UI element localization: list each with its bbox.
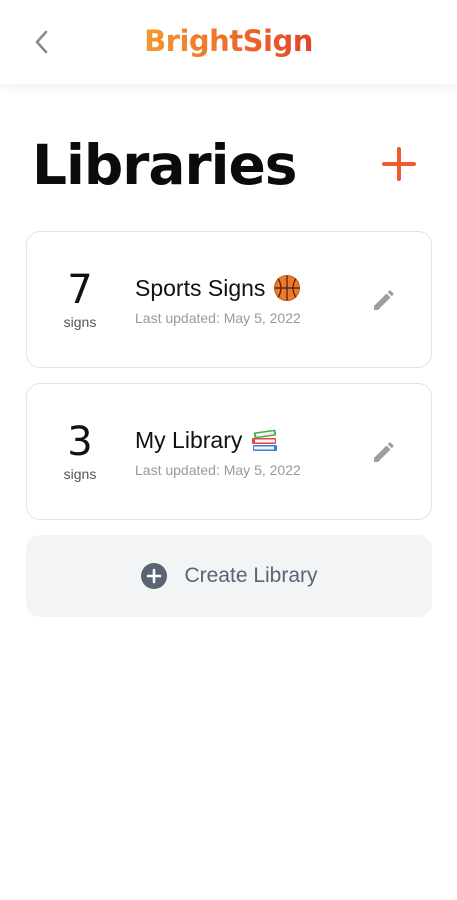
page-title: Libraries — [32, 133, 298, 197]
brand-logo: BrightSign — [144, 24, 313, 58]
create-library-label: Create Library — [184, 564, 318, 587]
chevron-left-icon — [35, 30, 48, 54]
library-name: My Library — [135, 426, 243, 453]
plus-icon — [382, 147, 416, 181]
last-updated: Last updated: May 5, 2022 — [135, 310, 301, 326]
sign-count: 3 signs — [57, 420, 103, 482]
library-card-my-library[interactable]: 3 signs My Library Last updated: May 5, … — [26, 383, 432, 520]
basketball-icon — [274, 275, 301, 301]
sign-count-number: 3 — [67, 419, 93, 465]
library-info: Sports Signs Last updated: May 5, 2022 — [135, 274, 365, 327]
create-library-button[interactable]: Create Library — [26, 535, 432, 617]
library-card-sports-signs[interactable]: 7 signs Sports Signs Last updated: May 5… — [26, 231, 432, 368]
library-name-row: My Library — [135, 426, 365, 454]
plus-circle-icon — [141, 563, 168, 589]
library-info: My Library Last updated: May 5, 2022 — [135, 426, 365, 479]
books-icon — [252, 429, 278, 451]
pencil-icon — [374, 442, 394, 462]
edit-library-button[interactable] — [371, 289, 395, 313]
back-button[interactable] — [26, 24, 56, 60]
pencil-icon — [374, 290, 394, 310]
sign-count: 7 signs — [57, 268, 103, 330]
last-updated: Last updated: May 5, 2022 — [135, 462, 301, 478]
sign-count-unit: signs — [63, 314, 97, 330]
app-header: BrightSign — [0, 0, 457, 84]
sign-count-unit: signs — [63, 466, 97, 482]
library-name: Sports Signs — [135, 274, 266, 301]
edit-library-button[interactable] — [371, 441, 395, 465]
library-name-row: Sports Signs — [135, 274, 365, 302]
sign-count-number: 7 — [67, 267, 93, 313]
title-row: Libraries — [32, 130, 427, 200]
add-library-button[interactable] — [381, 146, 417, 182]
